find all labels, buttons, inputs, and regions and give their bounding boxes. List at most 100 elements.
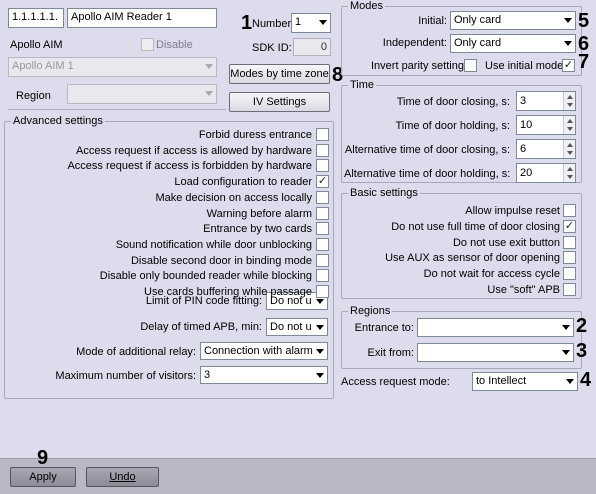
advanced-option-checkbox[interactable]: [316, 159, 329, 173]
time-value: 20: [520, 167, 533, 179]
arrow-up-icon[interactable]: [567, 119, 573, 123]
time-row-label: Time of door closing, s:: [396, 96, 510, 108]
independent-mode-combo[interactable]: Only card: [450, 34, 576, 53]
address-field[interactable]: 1.1.1.1.1.: [8, 8, 64, 28]
exit-from-combo[interactable]: [417, 343, 574, 362]
check-icon: ✓: [564, 219, 575, 232]
spin-buttons[interactable]: [563, 92, 575, 110]
basic-option-checkbox[interactable]: [563, 251, 576, 265]
settings-panel: 1.1.1.1.1. Apollo AIM Reader 1 Apollo AI…: [0, 0, 596, 494]
chevron-down-icon: [564, 18, 572, 23]
regions-title: Regions: [348, 304, 393, 318]
time-value: 10: [520, 119, 533, 131]
time-spinbox[interactable]: 3: [516, 91, 576, 111]
advanced-option-checkbox[interactable]: [316, 269, 329, 283]
chevron-down-icon: [316, 349, 324, 354]
region-combo[interactable]: [67, 84, 217, 104]
modes-by-time-zone-button[interactable]: Modes by time zone: [229, 64, 330, 84]
spin-buttons[interactable]: [563, 164, 575, 182]
basic-option-label: Do not wait for access cycle: [423, 268, 560, 281]
advanced-option-label: Warning before alarm: [206, 207, 312, 220]
check-icon: ✓: [563, 59, 574, 71]
independent-mode-label: Independent:: [382, 37, 447, 49]
advanced-option-label: Load configuration to reader: [174, 176, 312, 189]
advanced-option-label: Disable only bounded reader while blocki…: [99, 270, 312, 283]
basic-option-label: Allow impulse reset: [465, 205, 560, 217]
apb-delay-value: Do not u: [270, 321, 312, 333]
disable-checkbox[interactable]: [141, 38, 154, 51]
number-combo[interactable]: 1: [291, 13, 331, 33]
undo-button[interactable]: Undo: [86, 467, 159, 487]
callout-9: 9: [37, 447, 49, 469]
time-spinbox[interactable]: 10: [516, 115, 576, 135]
advanced-option-label: Access request if access is forbidden by…: [67, 160, 312, 173]
max-visitors-value: 3: [204, 369, 211, 381]
invert-parity-checkbox[interactable]: [464, 59, 477, 72]
relay-mode-combo[interactable]: Connection with alarm: [200, 342, 328, 360]
sdk-label: SDK ID:: [252, 42, 292, 54]
entrance-to-combo[interactable]: [417, 318, 574, 337]
check-icon: ✓: [317, 175, 328, 188]
callout-1: 1: [241, 12, 253, 34]
max-visitors-combo[interactable]: 3: [200, 366, 328, 384]
basic-option-checkbox[interactable]: [563, 204, 576, 217]
chevron-down-icon: [205, 91, 213, 96]
apply-button[interactable]: Apply: [10, 467, 76, 487]
name-field[interactable]: Apollo AIM Reader 1: [67, 8, 217, 28]
arrow-up-icon[interactable]: [567, 95, 573, 99]
initial-mode-combo[interactable]: Only card: [450, 11, 576, 30]
arrow-down-icon[interactable]: [567, 127, 573, 131]
basic-option-checkbox[interactable]: [563, 235, 576, 249]
disable-label: Disable: [156, 39, 193, 51]
divider: [8, 109, 226, 110]
advanced-option-label: Entrance by two cards: [203, 223, 312, 236]
access-request-mode-combo[interactable]: to Intellect: [472, 372, 578, 391]
arrow-down-icon[interactable]: [567, 103, 573, 107]
arrow-down-icon[interactable]: [567, 175, 573, 179]
callout-7: 7: [578, 51, 590, 73]
time-row-label: Time of door holding, s:: [395, 120, 510, 132]
arrow-up-icon[interactable]: [567, 167, 573, 171]
apb-delay-label: Delay of timed APB, min:: [140, 321, 262, 333]
advanced-option-checkbox[interactable]: [316, 128, 329, 141]
arrow-up-icon[interactable]: [567, 143, 573, 147]
apb-delay-combo[interactable]: Do not u: [266, 318, 328, 336]
exit-from-label: Exit from:: [367, 347, 414, 359]
chevron-down-icon: [566, 379, 574, 384]
chevron-down-icon: [562, 325, 570, 330]
advanced-option-checkbox[interactable]: [316, 222, 329, 236]
time-spinbox[interactable]: 6: [516, 139, 576, 159]
advanced-option-checkbox[interactable]: [316, 190, 329, 204]
modes-title: Modes: [348, 0, 386, 13]
time-row-label: Alternative time of door closing, s:: [344, 144, 510, 156]
arrow-down-icon[interactable]: [567, 151, 573, 155]
basic-option-checkbox[interactable]: [563, 267, 576, 281]
advanced-option-checkbox[interactable]: [316, 253, 329, 267]
basic-option-checkbox[interactable]: ✓: [563, 219, 576, 233]
sdk-id-field: 0: [293, 38, 331, 56]
basic-settings-title: Basic settings: [348, 186, 420, 200]
spin-buttons[interactable]: [563, 116, 575, 134]
use-initial-mode-checkbox[interactable]: ✓: [562, 59, 575, 72]
independent-mode-value: Only card: [454, 37, 502, 49]
time-spinbox[interactable]: 20: [516, 163, 576, 183]
spin-buttons[interactable]: [563, 140, 575, 158]
use-initial-mode-label: Use initial mode: [485, 60, 564, 72]
chevron-down-icon: [319, 20, 327, 25]
advanced-option-label: Access request if access is allowed by h…: [76, 144, 312, 157]
advanced-option-checkbox[interactable]: [316, 237, 329, 251]
time-row-label: Alternative time of door holding, s:: [344, 168, 511, 180]
device-combo[interactable]: Apollo AIM 1: [8, 57, 217, 77]
callout-2: 2: [576, 315, 588, 337]
region-label: Region: [16, 90, 51, 102]
chevron-down-icon: [316, 373, 324, 378]
iv-settings-button[interactable]: IV Settings: [229, 92, 330, 112]
advanced-option-checkbox[interactable]: ✓: [316, 175, 329, 189]
advanced-option-checkbox[interactable]: [316, 285, 329, 298]
chevron-down-icon: [205, 64, 213, 69]
basic-option-checkbox[interactable]: [563, 283, 576, 296]
advanced-option-checkbox[interactable]: [316, 143, 329, 157]
type-label: Apollo AIM: [10, 39, 63, 51]
basic-option-label: Do not use exit button: [452, 236, 560, 249]
advanced-option-checkbox[interactable]: [316, 206, 329, 220]
